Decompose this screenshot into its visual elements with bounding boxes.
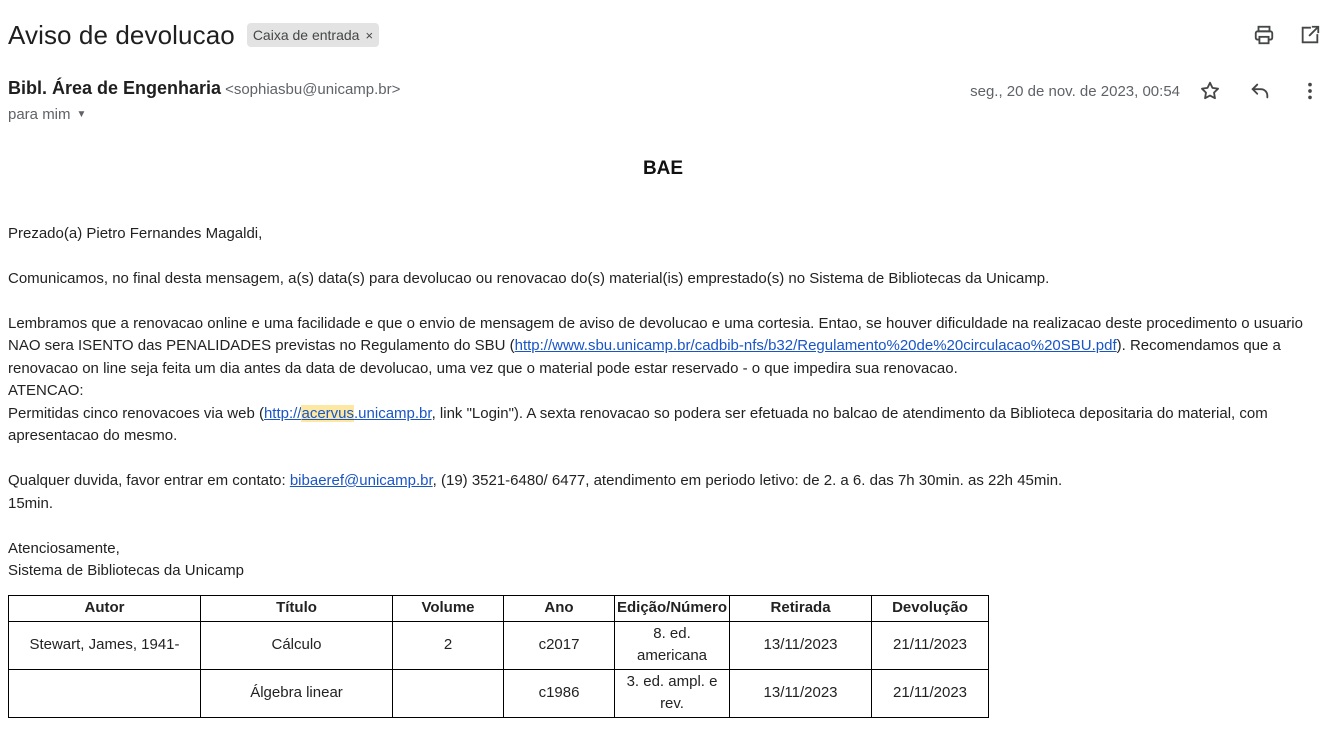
cell-author: Stewart, James, 1941- — [8, 620, 201, 670]
cell-year: c1986 — [503, 668, 615, 718]
regulation-link[interactable]: http://www.sbu.unicamp.br/cadbib-nfs/b32… — [515, 337, 1117, 354]
paragraph-contact-cont: 15min. — [8, 494, 54, 512]
col-header-author: Autor — [8, 594, 201, 622]
remove-label-icon[interactable]: × — [365, 28, 373, 43]
table-row: Álgebra linear c1986 3. ed. ampl. e rev.… — [8, 668, 990, 718]
caret-down-icon[interactable]: ▼ — [77, 109, 87, 120]
recipient-details-toggle[interactable]: para mim ▼ — [8, 106, 86, 123]
cell-volume: 2 — [392, 620, 504, 670]
acervus-link[interactable]: http://acervus.unicamp.br — [264, 404, 432, 422]
cell-year: c2017 — [503, 620, 615, 670]
label-chip-text: Caixa de entrada — [252, 27, 360, 43]
table-header-row: Autor Título Volume Ano Edição/Número Re… — [8, 594, 990, 622]
col-header-volume: Volume — [392, 594, 504, 622]
message-meta: seg., 20 de nov. de 2023, 00:54 — [970, 78, 1322, 104]
subject-row: Aviso de devolucao Caixa de entrada × — [8, 18, 380, 52]
email-subject: Aviso de devolucao — [8, 20, 235, 50]
col-header-due: Devolução — [871, 594, 990, 622]
cell-title: Cálculo — [200, 620, 393, 670]
signature: Sistema de Bibliotecas da Unicamp — [8, 562, 244, 579]
message-heading: BAE — [642, 158, 684, 179]
cell-author — [8, 668, 201, 718]
col-header-checkout: Retirada — [729, 594, 873, 622]
star-icon[interactable] — [1198, 78, 1222, 104]
message-body: BAE Prezado(a) Pietro Fernandes Magaldi,… — [8, 158, 1318, 718]
paragraph-web-renewals: Permitidas cinco renovacoes via web (htt… — [8, 404, 1268, 444]
paragraph-renewal: Lembramos que a renovacao online e uma f… — [8, 314, 1303, 377]
col-header-edition: Edição/Número — [613, 594, 731, 622]
loans-table: Autor Título Volume Ano Edição/Número Re… — [8, 594, 990, 718]
cell-title: Álgebra linear — [200, 668, 393, 718]
sender-email: <sophiasbu@unicamp.br> — [225, 81, 401, 98]
cell-checkout: 13/11/2023 — [729, 668, 873, 718]
recipient-label: para mim — [8, 106, 71, 123]
cell-edition: 3. ed. ampl. e rev. — [613, 668, 731, 718]
table-row: Stewart, James, 1941- Cálculo 2 c2017 8.… — [8, 620, 990, 670]
message-date: seg., 20 de nov. de 2023, 00:54 — [970, 82, 1180, 100]
cell-edition: 8. ed. americana — [613, 620, 731, 670]
cell-due: 21/11/2023 — [871, 668, 990, 718]
paragraph-intro: Comunicamos, no final desta mensagem, a(… — [8, 269, 1050, 287]
reply-icon[interactable] — [1248, 78, 1272, 104]
more-vert-icon[interactable] — [1298, 78, 1322, 104]
open-in-new-window-icon[interactable] — [1298, 22, 1322, 48]
sender-row: Bibl. Área de Engenharia <sophiasbu@unic… — [8, 78, 400, 99]
closing: Atenciosamente, — [8, 539, 120, 557]
print-icon[interactable] — [1252, 22, 1276, 48]
cell-volume — [392, 668, 504, 718]
contact-email-link[interactable]: bibaeref@unicamp.br — [290, 472, 433, 489]
search-highlight: acervus — [301, 404, 355, 422]
cell-due: 21/11/2023 — [871, 620, 990, 670]
paragraph-contact: Qualquer duvida, favor entrar em contato… — [8, 472, 1063, 489]
sender-name[interactable]: Bibl. Área de Engenharia — [8, 78, 221, 99]
col-header-title: Título — [200, 594, 393, 622]
cell-checkout: 13/11/2023 — [729, 620, 873, 670]
greeting: Prezado(a) Pietro Fernandes Magaldi, — [8, 224, 263, 242]
label-chip-inbox[interactable]: Caixa de entrada × — [246, 23, 380, 47]
col-header-year: Ano — [503, 594, 615, 622]
attention-label: ATENCAO: — [8, 382, 84, 399]
thread-toolbar — [1252, 22, 1322, 48]
